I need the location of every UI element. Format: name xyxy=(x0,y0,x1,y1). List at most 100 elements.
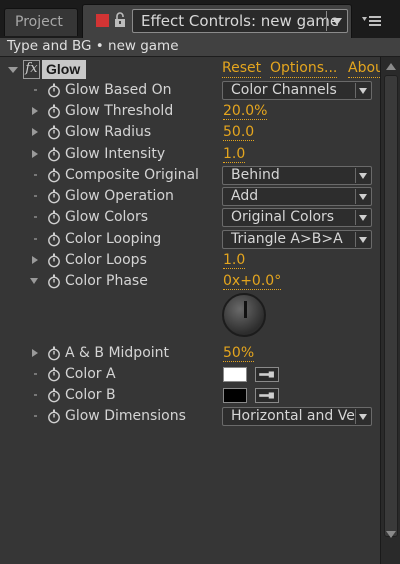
scroll-up-icon[interactable] xyxy=(386,63,396,70)
dot-icon xyxy=(34,394,37,396)
param-row-glow-based-on: Glow Based On Color Channels xyxy=(0,80,380,101)
param-label: Glow Dimensions xyxy=(65,408,186,424)
effect-controls-layer-dropdown[interactable]: Effect Controls: new game xyxy=(132,9,348,33)
glow-dimensions-dropdown[interactable]: Horizontal and Ve xyxy=(222,407,372,426)
stopwatch-icon[interactable] xyxy=(47,367,61,382)
dial-needle xyxy=(244,301,247,318)
param-label: Composite Original xyxy=(65,167,199,183)
glow-based-on-dropdown[interactable]: Color Channels xyxy=(222,81,372,100)
param-row-glow-threshold: Glow Threshold 20.0% xyxy=(0,101,380,122)
dropdown-separator xyxy=(355,168,356,183)
stopwatch-icon[interactable] xyxy=(47,409,61,424)
stopwatch-icon[interactable] xyxy=(47,388,61,403)
expand-triangle-icon[interactable] xyxy=(32,107,38,115)
glow-operation-dropdown[interactable]: Add xyxy=(222,187,372,206)
expand-triangle-icon[interactable] xyxy=(32,128,38,136)
param-label: Color Looping xyxy=(65,231,162,247)
dropdown-separator xyxy=(355,189,356,204)
param-label: Color B xyxy=(65,387,116,403)
glow-radius-value[interactable]: 50.0 xyxy=(223,122,255,141)
param-label: Glow Radius xyxy=(65,124,152,140)
panel-tab-bar: Project Effect Controls: new game xyxy=(0,0,400,38)
eyedropper-icon[interactable] xyxy=(255,388,279,403)
expand-triangle-icon[interactable] xyxy=(32,256,38,264)
dropdown-separator xyxy=(355,409,356,424)
tab-effect-controls[interactable]: Effect Controls: new game xyxy=(82,4,352,38)
color-phase-dial[interactable] xyxy=(222,293,266,337)
stopwatch-icon[interactable] xyxy=(47,346,61,361)
stopwatch-icon[interactable] xyxy=(47,232,61,247)
fx-icon[interactable]: fx xyxy=(23,60,40,79)
options-link[interactable]: Options... xyxy=(270,60,338,78)
panel-menu-icon[interactable] xyxy=(356,8,388,34)
dropdown-separator xyxy=(326,11,327,31)
param-row-glow-radius: Glow Radius 50.0 xyxy=(0,122,380,143)
stopwatch-icon[interactable] xyxy=(47,253,61,268)
effect-name[interactable]: Glow xyxy=(42,60,86,79)
param-row-glow-colors: Glow Colors Original Colors xyxy=(0,207,380,228)
param-label: Glow Threshold xyxy=(65,103,174,119)
dot-icon xyxy=(34,216,37,218)
param-row-glow-operation: Glow Operation Add xyxy=(0,186,380,207)
scroll-down-icon[interactable] xyxy=(386,531,396,538)
color-phase-value[interactable]: 0x+0.0° xyxy=(223,271,282,290)
chevron-down-icon xyxy=(359,88,367,94)
chevron-down-icon xyxy=(332,18,342,25)
param-label: Color Loops xyxy=(65,252,147,268)
scrollbar-thumb[interactable] xyxy=(384,75,398,537)
glow-colors-dropdown[interactable]: Original Colors xyxy=(222,208,372,227)
tab-project[interactable]: Project xyxy=(4,8,78,36)
about-link[interactable]: Abou xyxy=(348,60,380,78)
chevron-down-icon xyxy=(359,414,367,420)
stopwatch-icon[interactable] xyxy=(47,83,61,98)
glow-intensity-value[interactable]: 1.0 xyxy=(223,144,246,163)
param-label: Color A xyxy=(65,366,116,382)
dot-icon xyxy=(34,415,37,417)
eyedropper-icon[interactable] xyxy=(255,367,279,382)
param-row-color-loops: Color Loops 1.0 xyxy=(0,250,380,271)
ab-midpoint-value[interactable]: 50% xyxy=(223,343,255,362)
collapse-triangle-icon[interactable] xyxy=(8,67,18,73)
color-looping-dropdown[interactable]: Triangle A>B>A xyxy=(222,230,372,249)
dropdown-value: Triangle A>B>A xyxy=(231,231,343,247)
collapse-triangle-icon[interactable] xyxy=(30,278,38,284)
reset-link[interactable]: Reset xyxy=(222,60,262,78)
effect-controls-tab-label: Effect Controls: new game xyxy=(141,12,340,30)
expand-triangle-icon[interactable] xyxy=(32,349,38,357)
lock-icon[interactable] xyxy=(113,11,127,29)
dot-icon xyxy=(34,174,37,176)
dropdown-value: Horizontal and Ve xyxy=(231,408,355,424)
layer-header: Type and BG • new game xyxy=(0,38,400,57)
stopwatch-icon[interactable] xyxy=(47,147,61,162)
effect-row-glow: fx Glow Reset Options... Abou xyxy=(0,59,380,81)
color-b-swatch[interactable] xyxy=(223,388,247,403)
stopwatch-icon[interactable] xyxy=(47,104,61,119)
stopwatch-icon[interactable] xyxy=(47,274,61,289)
glow-threshold-value[interactable]: 20.0% xyxy=(223,101,268,120)
stopwatch-icon[interactable] xyxy=(47,168,61,183)
vertical-scrollbar[interactable] xyxy=(380,57,400,564)
color-a-swatch[interactable] xyxy=(223,367,247,382)
dropdown-separator xyxy=(355,232,356,247)
dropdown-separator xyxy=(355,210,356,225)
stopwatch-icon[interactable] xyxy=(47,125,61,140)
chevron-down-icon xyxy=(359,173,367,179)
dropdown-value: Add xyxy=(231,188,259,204)
stopwatch-icon[interactable] xyxy=(47,189,61,204)
expand-triangle-icon[interactable] xyxy=(32,150,38,158)
composite-original-dropdown[interactable]: Behind xyxy=(222,166,372,185)
effect-controls-content: fx Glow Reset Options... Abou Glow Based… xyxy=(0,57,380,564)
param-label: Glow Operation xyxy=(65,188,174,204)
dot-icon xyxy=(34,238,37,240)
dropdown-separator xyxy=(355,83,356,98)
red-square-icon[interactable] xyxy=(96,14,109,27)
dot-icon xyxy=(34,89,37,91)
dot-icon xyxy=(34,373,37,375)
param-row-color-a: Color A xyxy=(0,364,380,385)
color-loops-value[interactable]: 1.0 xyxy=(223,250,246,269)
chevron-down-icon xyxy=(359,237,367,243)
param-row-ab-midpoint: A & B Midpoint 50% xyxy=(0,343,380,364)
dropdown-value: Color Channels xyxy=(231,82,337,98)
param-label: Glow Based On xyxy=(65,82,172,98)
stopwatch-icon[interactable] xyxy=(47,210,61,225)
